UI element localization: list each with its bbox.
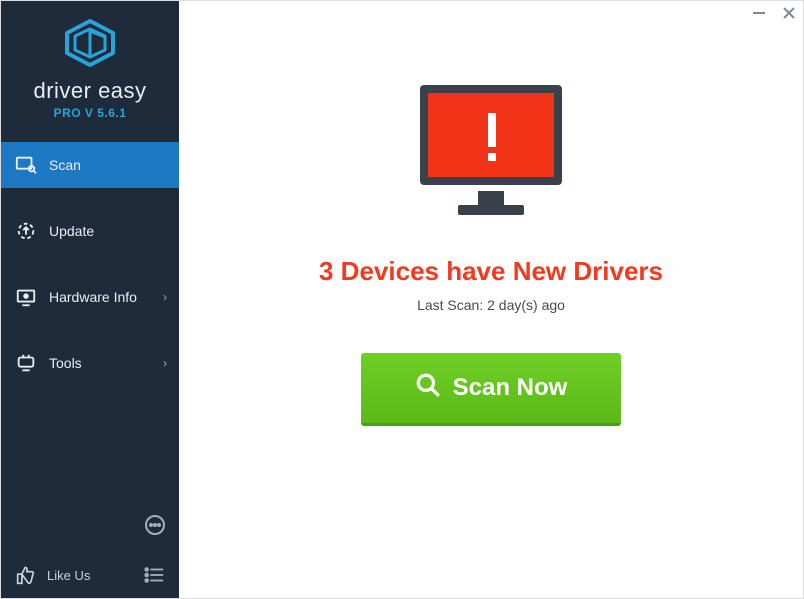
- like-icon[interactable]: [13, 562, 39, 588]
- feedback-icon[interactable]: [143, 524, 167, 541]
- scan-icon: [15, 154, 37, 176]
- scan-button-label: Scan Now: [453, 374, 568, 402]
- chevron-right-icon: ›: [163, 356, 167, 370]
- minimize-button[interactable]: [751, 5, 767, 24]
- menu-icon[interactable]: [141, 562, 167, 588]
- sidebar-item-label: Hardware Info: [49, 289, 137, 305]
- sidebar-item-update[interactable]: Update: [1, 208, 179, 254]
- brand-version: PRO V 5.6.1: [1, 106, 179, 120]
- sidebar-item-scan[interactable]: Scan: [1, 142, 179, 188]
- status-headline: 3 Devices have New Drivers: [319, 256, 663, 287]
- scan-now-button[interactable]: Scan Now: [361, 353, 621, 423]
- brand-logo-icon: [63, 54, 117, 71]
- sidebar-nav: Scan Update: [1, 142, 179, 552]
- sidebar-item-hardware-info[interactable]: Hardware Info ›: [1, 274, 179, 320]
- alert-monitor-icon: [406, 79, 576, 234]
- tools-icon: [15, 352, 37, 374]
- window-controls: [751, 5, 797, 24]
- sidebar-item-label: Update: [49, 223, 94, 239]
- sidebar-item-tools[interactable]: Tools ›: [1, 340, 179, 386]
- sidebar-bottom-bar: Like Us: [1, 552, 179, 598]
- like-label[interactable]: Like Us: [47, 568, 90, 583]
- update-icon: [15, 220, 37, 242]
- main-panel: 3 Devices have New Drivers Last Scan: 2 …: [179, 1, 803, 598]
- last-scan-text: Last Scan: 2 day(s) ago: [417, 297, 565, 313]
- app-window: driver easy PRO V 5.6.1 Scan: [1, 1, 803, 598]
- sidebar-item-label: Tools: [49, 355, 82, 371]
- brand-name: driver easy: [1, 78, 179, 104]
- close-button[interactable]: [781, 5, 797, 24]
- brand-block: driver easy PRO V 5.6.1: [1, 1, 179, 132]
- chevron-right-icon: ›: [163, 290, 167, 304]
- hardware-info-icon: [15, 286, 37, 308]
- sidebar: driver easy PRO V 5.6.1 Scan: [1, 1, 179, 598]
- search-icon: [415, 372, 441, 405]
- sidebar-item-label: Scan: [49, 157, 81, 173]
